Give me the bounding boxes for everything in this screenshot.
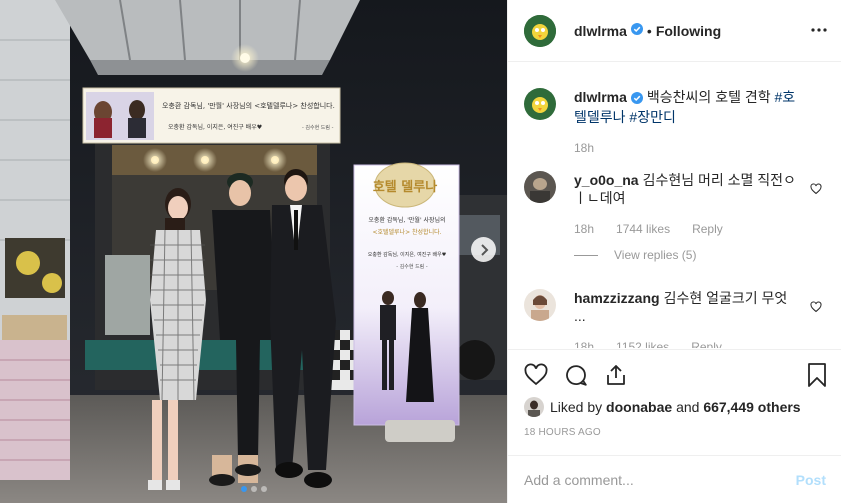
- standee-line-3: 오충환 감독님, 이지은, 여진구 배우♥: [368, 251, 447, 258]
- view-replies-label[interactable]: View replies (5): [614, 246, 696, 264]
- avatar[interactable]: [524, 88, 556, 120]
- reply-button[interactable]: Reply: [692, 220, 723, 238]
- add-comment-bar: Post: [508, 455, 841, 503]
- comment-username[interactable]: y_o0o_na: [574, 172, 639, 188]
- standee-line-2: <호텔델루나> 찬성합니다.: [372, 228, 441, 236]
- avatar[interactable]: [524, 397, 544, 417]
- avatar[interactable]: [524, 289, 556, 321]
- post-details-panel: dlwlrma • Following dlwlrma 백승찬씨의 호텔 견학 #…: [507, 0, 841, 503]
- avatar-image: [524, 14, 556, 47]
- comment-like-heart-icon[interactable]: [810, 182, 822, 200]
- next-arrow-icon: [480, 243, 488, 256]
- carousel-dot: [240, 486, 247, 492]
- share-icon[interactable]: [604, 363, 628, 399]
- post-timestamp[interactable]: 18 HOURS AGO: [524, 427, 601, 438]
- verified-badge-icon: [630, 90, 643, 108]
- comment-icon[interactable]: [564, 363, 588, 399]
- post-photo: 오충환 감독님, '만월' 사장님의 <호텔델루나> 찬성합니다. 오충환 감독…: [0, 0, 507, 503]
- liked-by-others[interactable]: 667,449 others: [703, 399, 800, 415]
- comment-age[interactable]: 18h: [574, 220, 594, 238]
- action-bar: [508, 349, 841, 399]
- post-comment-button[interactable]: Post: [796, 472, 826, 488]
- header-separator: •: [646, 22, 652, 39]
- next-image-button[interactable]: [471, 237, 496, 262]
- comment-like-heart-icon[interactable]: [810, 300, 822, 318]
- instagram-post: 오충환 감독님, '만월' 사장님의 <호텔델루나> 찬성합니다. 오충환 감독…: [0, 0, 841, 503]
- carousel-dot: [260, 486, 267, 492]
- heart-icon[interactable]: [524, 363, 548, 399]
- likes-summary: Liked by doonabae and 667,449 others: [524, 397, 801, 417]
- bookmark-icon[interactable]: [806, 363, 828, 392]
- replies-divider: [574, 254, 598, 256]
- caption-username[interactable]: dlwlrma: [574, 89, 627, 105]
- likes-conjunction: and: [676, 399, 700, 415]
- hashtag-link[interactable]: #장만디: [629, 109, 675, 125]
- standee-line-1: 오충환 감독님, '만월' 사장님의: [368, 216, 445, 224]
- avatar[interactable]: [524, 14, 556, 47]
- post-header: dlwlrma • Following: [508, 0, 841, 62]
- comments-list[interactable]: dlwlrma 백승찬씨의 호텔 견학 #호텔델루나 #장만디 18h y_o0o…: [508, 63, 841, 348]
- carousel-dot: [250, 486, 257, 492]
- banner-line-3: - 김수현 드림 -: [302, 124, 334, 131]
- comment-likes[interactable]: 1744 likes: [616, 220, 670, 238]
- carousel-indicator: [0, 486, 507, 492]
- banner-line-1: 오충환 감독님, '만월' 사장님의 <호텔델루나> 찬성합니다.: [162, 101, 335, 110]
- comment-likes[interactable]: 1152 likes: [616, 338, 669, 348]
- comment-age[interactable]: 18h: [574, 338, 594, 348]
- standee-title: 호텔 델루나: [373, 179, 437, 195]
- comment-item: y_o0o_na 김수현님 머리 소멸 직전ㅇㅣㄴ데여 18h 1744 like…: [524, 171, 826, 264]
- header-username[interactable]: dlwlrma: [574, 23, 627, 39]
- caption-age[interactable]: 18h: [574, 139, 594, 157]
- standee-line-4: - 김수현 드림 -: [396, 263, 428, 270]
- verified-badge-icon: [630, 22, 643, 40]
- caption: dlwlrma 백승찬씨의 호텔 견학 #호텔델루나 #장만디 18h: [524, 88, 826, 157]
- comment-input[interactable]: [524, 471, 796, 488]
- caption-text: 백승찬씨의 호텔 견학: [646, 89, 771, 105]
- more-options-icon[interactable]: [810, 21, 828, 44]
- liked-by-user[interactable]: doonabae: [606, 399, 672, 415]
- view-replies[interactable]: View replies (5): [574, 246, 799, 264]
- likes-prefix: Liked by: [550, 399, 603, 415]
- banner-line-2: 오충환 감독님, 이지은, 여진구 배우♥: [168, 123, 262, 131]
- avatar[interactable]: [524, 171, 556, 203]
- post-media[interactable]: 오충환 감독님, '만월' 사장님의 <호텔델루나> 찬성합니다. 오충환 감독…: [0, 0, 507, 503]
- comment-username[interactable]: hamzzizzang: [574, 290, 660, 306]
- comment-item: hamzzizzang 김수현 얼굴크기 무엇 ... 18h 1152 like…: [524, 289, 826, 348]
- following-button[interactable]: Following: [656, 23, 721, 39]
- reply-button[interactable]: Reply: [691, 338, 722, 348]
